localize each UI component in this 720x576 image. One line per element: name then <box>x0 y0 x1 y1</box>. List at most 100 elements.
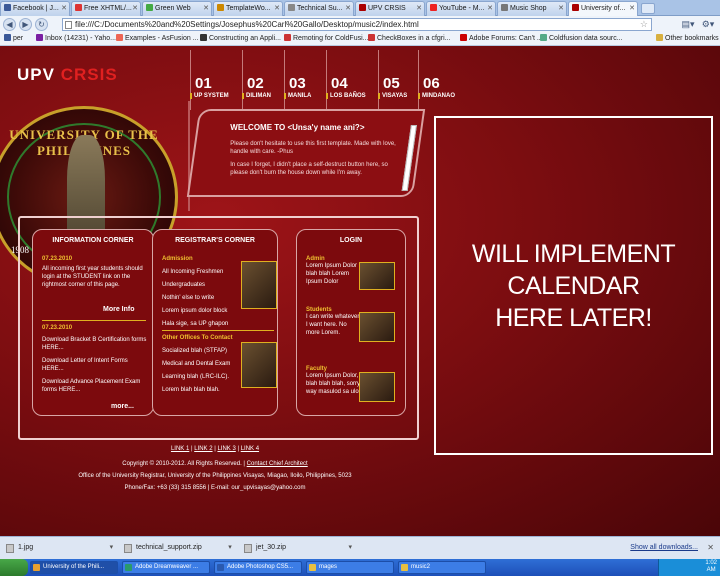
admission-link-3[interactable]: Nothin' else to write <box>162 294 242 302</box>
admission-link-2[interactable]: Undergraduates <box>162 281 242 289</box>
close-tab-icon[interactable]: ✕ <box>558 2 564 15</box>
office-link-4[interactable]: Lorem blah blah blah. <box>162 386 247 394</box>
address-bar-text: file:///C:/Documents%20and%20Settings/Jo… <box>75 20 419 29</box>
browser-tab[interactable]: Facebook | J... ✕ <box>0 1 70 16</box>
welcome-paragraph-1: Please don't hesitate to use this first … <box>230 141 396 155</box>
address-bar[interactable]: file:///C:/Documents%20and%20Settings/Jo… <box>62 18 652 31</box>
taskbar-button[interactable]: University of the Phili... <box>30 561 118 574</box>
admission-heading: Admission <box>162 256 193 262</box>
close-icon[interactable]: ✕ <box>707 541 714 555</box>
more-downloads-link[interactable]: more... <box>111 403 134 410</box>
info-date-2: 07.23.2010 <box>42 325 73 331</box>
browser-tab[interactable]: University of... ✕ <box>568 1 638 16</box>
admission-link-5[interactable]: Hala sige, sa UP ghapon <box>162 320 242 328</box>
download-item[interactable]: 1.jpg ▾ <box>6 541 113 555</box>
footer-links: LINK 1 | LINK 2 | LINK 3 | LINK 4 <box>170 446 260 452</box>
wrench-menu-icon[interactable]: ⚙▾ <box>700 18 716 30</box>
more-info-link[interactable]: More Info <box>103 306 135 313</box>
address-text: Office of the University Registrar, Univ… <box>78 473 352 479</box>
bookmark-item[interactable]: Other bookmarks <box>656 33 719 45</box>
bookmark-item[interactable]: Adobe Forums: Can't ... <box>460 33 543 45</box>
bookmark-favicon-icon <box>540 34 547 41</box>
chevron-down-icon[interactable]: ▾ <box>110 541 114 555</box>
bookmark-item[interactable]: Examples - AsFusion ... <box>116 33 199 45</box>
close-tab-icon[interactable]: ✕ <box>61 2 67 15</box>
show-all-downloads-link[interactable]: Show all downloads... <box>630 541 698 555</box>
browser-tab[interactable]: Music Shop ✕ <box>497 1 567 16</box>
bookmark-favicon-icon <box>36 34 43 41</box>
favicon-icon <box>75 4 82 11</box>
download-link-1[interactable]: Download Bracket B Certification forms H… <box>42 336 148 352</box>
clock[interactable]: 1:02 AM <box>705 560 717 574</box>
back-button[interactable]: ◀ <box>3 18 16 31</box>
footer-link-1[interactable]: LINK 1 <box>171 446 189 452</box>
browser-tab[interactable]: Green Web ✕ <box>142 1 212 16</box>
close-tab-icon[interactable]: ✕ <box>416 2 422 15</box>
admission-link-1[interactable]: All Incoming Freshmen <box>162 268 242 276</box>
admission-link-4[interactable]: Lorem ipsum dolor block <box>162 307 242 315</box>
download-item[interactable]: jet_30.zip ▾ <box>244 541 352 555</box>
system-tray: 1:02 AM <box>658 559 720 576</box>
campus-nav-item[interactable]: 01 UP SYSTEM <box>190 50 229 110</box>
download-link-3[interactable]: Download Advance Placement Exam forms HE… <box>42 378 148 394</box>
close-tab-icon[interactable]: ✕ <box>203 2 209 15</box>
bookmark-item[interactable]: Inbox (14231) - Yaho... <box>36 33 116 45</box>
chevron-down-icon[interactable]: ▾ <box>228 541 232 555</box>
browser-tab[interactable]: YouTube - M... ✕ <box>426 1 496 16</box>
browser-tab[interactable]: Free XHTML/... ✕ <box>71 1 141 16</box>
footer-link-3[interactable]: LINK 3 <box>217 446 235 452</box>
taskbar-button[interactable]: Adobe Photoshop CS5... <box>214 561 302 574</box>
campus-nav-item[interactable]: 05 VISAYAS <box>378 50 407 110</box>
page-menu-icon[interactable]: ▤▾ <box>680 18 696 30</box>
bookmark-label: Adobe Forums: Can't ... <box>469 35 543 42</box>
taskbar-button[interactable]: music2 <box>398 561 486 574</box>
contact-architect-link[interactable]: Contact Chief Architect <box>247 461 308 467</box>
bookmark-star-icon[interactable]: ☆ <box>640 19 648 30</box>
footer-link-2[interactable]: LINK 2 <box>194 446 212 452</box>
close-tab-icon[interactable]: ✕ <box>274 2 280 15</box>
app-icon <box>125 564 132 571</box>
office-link-3[interactable]: Learning blah (LRC-ILC). <box>162 373 247 381</box>
browser-tab[interactable]: Technical Su... ✕ <box>284 1 354 16</box>
bookmark-item[interactable]: Coldfusion data sourc... <box>540 33 623 45</box>
close-tab-icon[interactable]: ✕ <box>629 2 635 15</box>
bookmark-item[interactable]: per <box>4 33 23 45</box>
reload-button[interactable]: ↻ <box>35 18 48 31</box>
taskbar-button[interactable]: Adobe Dreamweaver ... <box>122 561 210 574</box>
download-filename: 1.jpg <box>18 544 34 551</box>
bookmark-item[interactable]: Remoting for ColdFusi... <box>284 33 368 45</box>
new-tab-button[interactable] <box>641 3 655 14</box>
close-tab-icon[interactable]: ✕ <box>132 2 138 15</box>
campus-nav-item[interactable]: 04 LOS BAÑOS <box>326 50 366 110</box>
footer-link-4[interactable]: LINK 4 <box>241 446 259 452</box>
campus-nav-item[interactable]: 03 MANILA <box>284 50 311 110</box>
admin-photo[interactable] <box>359 262 395 290</box>
admin-text: Lorem Ipsum Dolor blah blah Lorem Ipsum … <box>306 263 358 285</box>
close-tab-icon[interactable]: ✕ <box>487 2 493 15</box>
browser-tab[interactable]: UPV CRSIS ✕ <box>355 1 425 16</box>
office-link-2[interactable]: Medical and Dental Exam <box>162 360 247 368</box>
site-logo[interactable]: UPV CRSIS <box>17 65 118 85</box>
download-item[interactable]: technical_support.zip ▾ <box>124 541 232 555</box>
campus-nav-label: MINDANAO <box>418 93 455 99</box>
guitarist-photo <box>241 261 277 309</box>
bookmark-item[interactable]: Constructing an Appli... <box>200 33 281 45</box>
campus-nav-item[interactable]: 06 MINDANAO <box>418 50 455 110</box>
browser-tab[interactable]: TemplateWo... ✕ <box>213 1 283 16</box>
bookmark-item[interactable]: CheckBoxes in a cfgri... <box>368 33 451 45</box>
download-filename: jet_30.zip <box>256 544 286 551</box>
information-corner-panel: INFORMATION CORNER 07.23.2010 All incomi… <box>32 229 154 416</box>
close-tab-icon[interactable]: ✕ <box>345 2 351 15</box>
app-icon <box>33 564 40 571</box>
taskbar-button[interactable]: mages <box>306 561 394 574</box>
forward-button[interactable]: ▶ <box>19 18 32 31</box>
campus-nav-item[interactable]: 02 DILIMAN <box>242 50 271 110</box>
favicon-icon <box>430 4 437 11</box>
students-photo[interactable] <box>359 312 395 342</box>
download-link-2[interactable]: Download Letter of Intent Forms HERE... <box>42 357 148 373</box>
chevron-down-icon[interactable]: ▾ <box>348 541 352 555</box>
faculty-photo[interactable] <box>359 372 395 402</box>
taskbar-button-label: Adobe Dreamweaver ... <box>135 564 199 570</box>
office-link-1[interactable]: Socialized blah (STFAP) <box>162 347 247 355</box>
start-button[interactable] <box>0 559 28 576</box>
